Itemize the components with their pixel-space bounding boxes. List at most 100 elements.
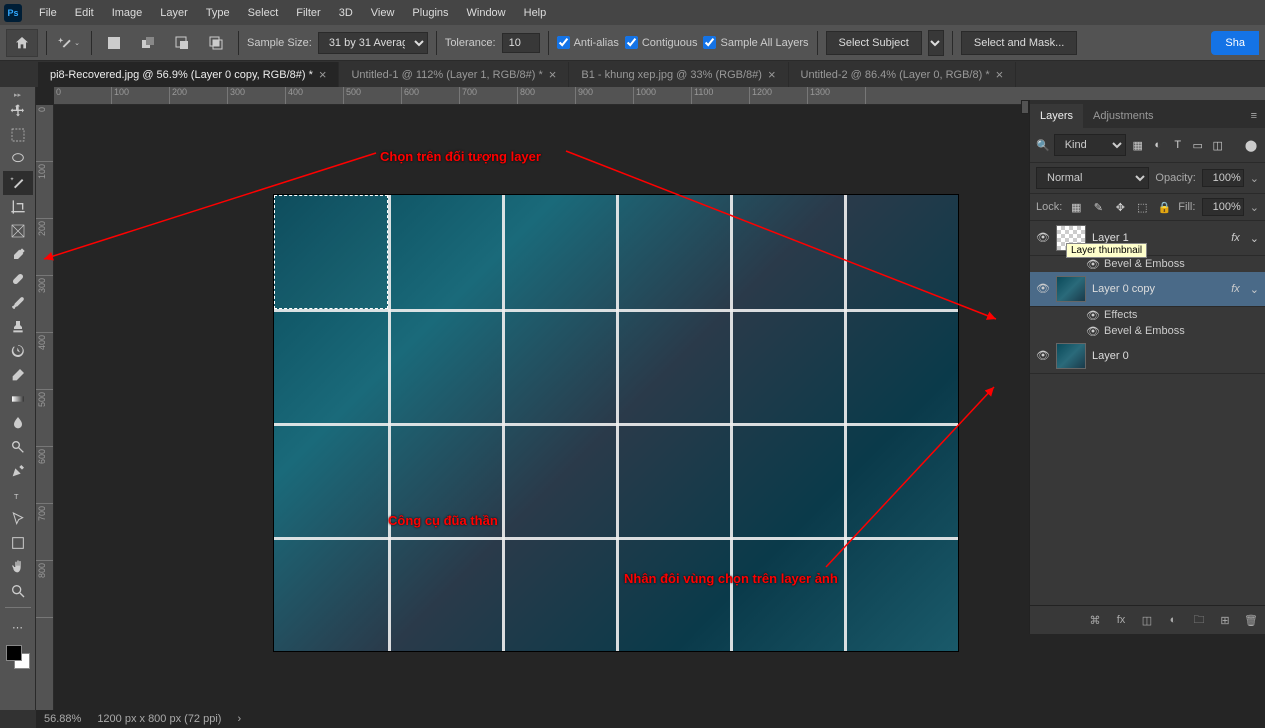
layer-row[interactable]: 👁 Layer 0 [1030,339,1265,374]
marquee-tool[interactable] [3,123,33,147]
opacity-input[interactable] [1202,169,1244,187]
selection-add-icon[interactable] [134,31,162,55]
panel-menu-icon[interactable]: ≡ [1243,104,1265,128]
filter-toggle-icon[interactable]: ⬤ [1243,137,1259,153]
type-tool[interactable]: T [3,483,33,507]
layer-row[interactable]: 👁 Layer 0 copy fx ⌄ [1030,272,1265,307]
share-button[interactable]: Sha [1211,31,1259,55]
brush-tool[interactable] [3,291,33,315]
crop-tool[interactable] [3,195,33,219]
layer-group-icon[interactable]: 🗀 [1191,612,1207,628]
filter-shape-icon[interactable]: ▭ [1190,137,1206,153]
layer-style-icon[interactable]: fx [1113,612,1129,628]
fill-input[interactable] [1202,198,1244,216]
doc-tab-4[interactable]: Untitled-2 @ 86.4% (Layer 0, RGB/8) *× [789,62,1017,87]
layer-name[interactable]: Layer 0 [1092,350,1129,362]
doc-info[interactable]: 1200 px x 800 px (72 ppi) [97,713,221,725]
select-subject-button[interactable]: Select Subject [826,31,922,55]
history-brush-tool[interactable] [3,339,33,363]
color-swatch[interactable] [6,645,30,669]
zoom-tool[interactable] [3,579,33,603]
delete-layer-icon[interactable]: 🗑 [1243,612,1259,628]
layer-thumbnail[interactable] [1056,343,1086,369]
adjustment-layer-icon[interactable]: ◐ [1165,612,1181,628]
chevron-down-icon[interactable]: ⌄ [1250,172,1259,185]
home-button[interactable] [6,29,38,57]
move-tool[interactable] [3,99,33,123]
lasso-tool[interactable] [3,147,33,171]
gradient-tool[interactable] [3,387,33,411]
zoom-level[interactable]: 56.88% [44,713,81,725]
doc-tab-3[interactable]: B1 - khung xep.jpg @ 33% (RGB/8#)× [569,62,788,87]
dodge-tool[interactable] [3,435,33,459]
menu-select[interactable]: Select [239,3,288,23]
layer-name[interactable]: Layer 0 copy [1092,283,1155,295]
visibility-icon[interactable]: 👁 [1036,282,1050,296]
shape-tool[interactable] [3,531,33,555]
eyedropper-tool[interactable] [3,243,33,267]
contiguous-checkbox[interactable]: Contiguous [625,36,698,49]
chevron-down-icon[interactable]: ⌄ [1250,201,1259,214]
visibility-icon[interactable]: 👁 [1086,325,1098,337]
menu-filter[interactable]: Filter [287,3,329,23]
stamp-tool[interactable] [3,315,33,339]
pen-tool[interactable] [3,459,33,483]
menu-3d[interactable]: 3D [330,3,362,23]
tab-adjustments[interactable]: Adjustments [1083,104,1164,128]
menu-view[interactable]: View [362,3,404,23]
document-artboard[interactable]: Công cụ đũa thần Nhân đôi vùng chọn trên… [274,195,958,651]
fx-badge[interactable]: fx [1231,232,1240,244]
layer-effect-row[interactable]: 👁Bevel & Emboss [1030,256,1265,272]
menu-edit[interactable]: Edit [66,3,103,23]
magic-wand-tool-icon[interactable]: ⌄ [55,31,83,55]
tolerance-input[interactable] [502,33,540,53]
filter-pixel-icon[interactable]: ▦ [1130,137,1146,153]
selection-subtract-icon[interactable] [168,31,196,55]
lock-transparency-icon[interactable]: ▦ [1068,199,1084,215]
menu-window[interactable]: Window [458,3,515,23]
frame-tool[interactable] [3,219,33,243]
sample-size-select[interactable]: 31 by 31 Average [318,32,428,54]
menu-layer[interactable]: Layer [151,3,197,23]
menu-plugins[interactable]: Plugins [403,3,457,23]
panels-collapse-icon[interactable] [1021,100,1029,114]
healing-tool[interactable] [3,267,33,291]
link-layers-icon[interactable]: ⌘ [1087,612,1103,628]
filter-adjust-icon[interactable]: ◐ [1150,137,1166,153]
close-icon[interactable]: × [549,67,557,82]
chevron-right-icon[interactable]: › [237,713,241,725]
doc-tab-2[interactable]: Untitled-1 @ 112% (Layer 1, RGB/8#) *× [339,62,569,87]
edit-toolbar-button[interactable]: ⋯ [3,615,33,639]
menu-type[interactable]: Type [197,3,239,23]
antialias-checkbox[interactable]: Anti-alias [557,36,619,49]
sample-all-checkbox[interactable]: Sample All Layers [703,36,808,49]
filter-smart-icon[interactable]: ◫ [1210,137,1226,153]
search-icon[interactable]: 🔍 [1036,139,1050,152]
visibility-icon[interactable]: 👁 [1086,258,1098,270]
close-icon[interactable]: × [996,67,1004,82]
new-layer-icon[interactable]: ⊞ [1217,612,1233,628]
ruler-vertical[interactable]: 0100200300400500600700800 [36,105,54,710]
visibility-icon[interactable]: 👁 [1036,231,1050,245]
select-subject-dropdown[interactable] [928,30,944,56]
chevron-down-icon[interactable]: ⌄ [1250,283,1259,296]
eraser-tool[interactable] [3,363,33,387]
chevron-down-icon[interactable]: ⌄ [1250,232,1259,245]
layer-effect-row[interactable]: 👁Bevel & Emboss [1030,323,1265,339]
visibility-icon[interactable]: 👁 [1086,309,1098,321]
blend-mode-select[interactable]: Normal [1036,167,1149,189]
menu-help[interactable]: Help [515,3,556,23]
fx-badge[interactable]: fx [1231,283,1240,295]
close-icon[interactable]: × [319,67,327,82]
blur-tool[interactable] [3,411,33,435]
palette-expand-handle[interactable]: ▸▸ [0,91,35,99]
tab-layers[interactable]: Layers [1030,104,1083,128]
filter-kind-select[interactable]: Kind [1054,134,1126,156]
layer-effect-row[interactable]: 👁Effects [1030,307,1265,323]
hand-tool[interactable] [3,555,33,579]
selection-new-icon[interactable] [100,31,128,55]
menu-image[interactable]: Image [103,3,152,23]
lock-artboard-icon[interactable]: ⬚ [1134,199,1150,215]
filter-type-icon[interactable]: T [1170,137,1186,153]
path-select-tool[interactable] [3,507,33,531]
